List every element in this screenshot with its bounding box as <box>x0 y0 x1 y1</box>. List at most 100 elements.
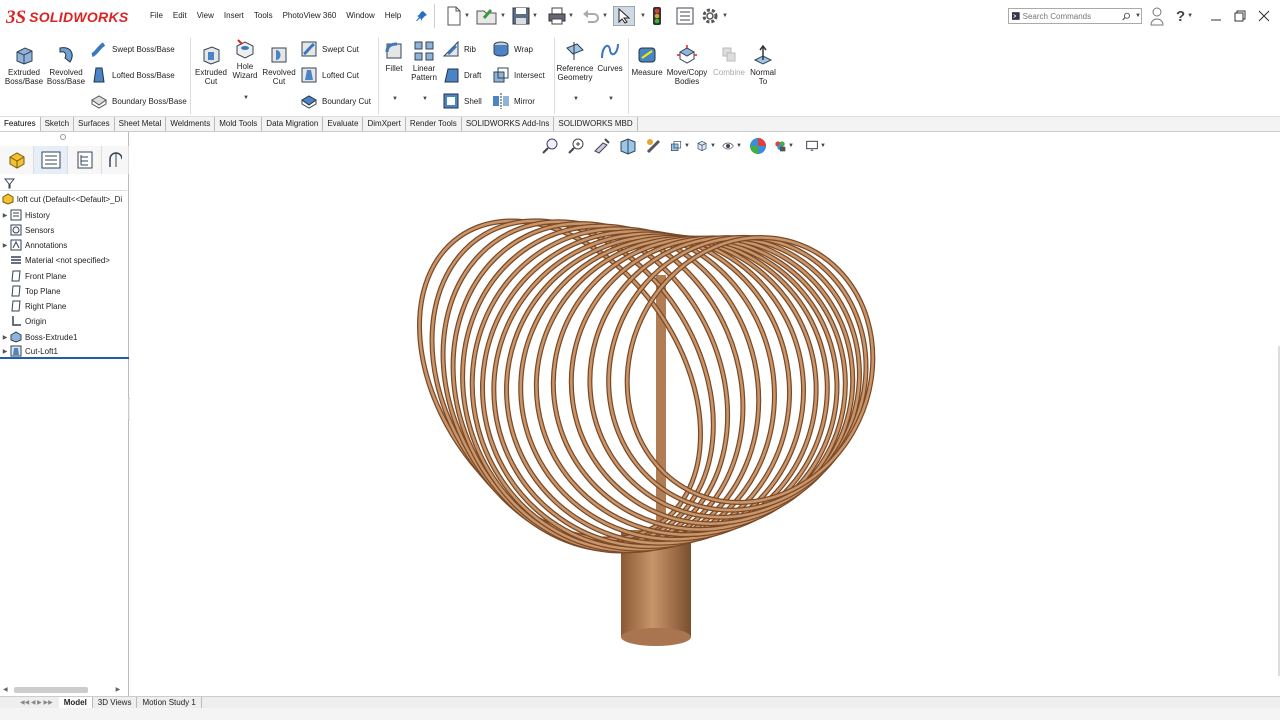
reference-geometry-button[interactable]: Reference Geometry ▼ <box>556 40 594 104</box>
normal-to-button[interactable]: Normal To <box>746 44 780 86</box>
wrap-button[interactable]: Wrap <box>492 40 533 58</box>
new-document-icon[interactable]: ▼ <box>446 6 470 26</box>
menu-file[interactable]: File <box>150 11 163 20</box>
tab-motion-study[interactable]: Motion Study 1 <box>137 697 202 708</box>
scrollbar-thumb[interactable] <box>13 686 88 693</box>
menu-view[interactable]: View <box>197 11 214 20</box>
revolved-cut-button[interactable]: Revolved Cut <box>260 44 298 86</box>
tab-solidworks-mbd[interactable]: SOLIDWORKS MBD <box>554 117 638 131</box>
rebuild-traffic-light-icon[interactable] <box>652 6 662 26</box>
expand-arrow-icon[interactable]: ▶ <box>0 242 10 249</box>
search-commands-box[interactable]: ▼ <box>1008 8 1142 24</box>
undo-icon[interactable]: ▼ <box>582 6 608 26</box>
help-icon[interactable]: ? ▼ <box>1176 6 1193 26</box>
tree-item-history[interactable]: ▶ History <box>0 208 129 222</box>
curves-button[interactable]: Curves ▼ <box>596 40 624 104</box>
pin-icon[interactable] <box>416 6 428 26</box>
apply-scene-icon[interactable]: ▼ <box>774 136 794 156</box>
tab-sheet-metal[interactable]: Sheet Metal <box>115 117 167 131</box>
lofted-boss-button[interactable]: Lofted Boss/Base <box>90 66 175 84</box>
revolved-boss-button[interactable]: Revolved Boss/Base <box>46 44 86 86</box>
file-properties-icon[interactable] <box>676 6 694 26</box>
tree-item-right-plane[interactable]: Right Plane <box>0 299 129 313</box>
feature-manager-tab[interactable] <box>0 146 34 174</box>
graphics-area[interactable] <box>130 132 1280 696</box>
tab-solidworks-addins[interactable]: SOLIDWORKS Add-Ins <box>462 117 555 131</box>
dimxpert-manager-tab[interactable] <box>102 146 129 174</box>
save-icon[interactable]: ▼ <box>512 6 538 26</box>
measure-button[interactable]: Measure <box>630 44 664 77</box>
tab-data-migration[interactable]: Data Migration <box>262 117 324 131</box>
tab-model[interactable]: Model <box>58 697 93 708</box>
shell-button[interactable]: Shell <box>442 92 482 110</box>
tree-root-part[interactable]: loft cut (Default<<Default>_Di <box>0 192 129 206</box>
tree-item-annotations[interactable]: ▶ Annotations <box>0 238 129 252</box>
tab-features[interactable]: Features <box>0 117 41 131</box>
close-icon[interactable] <box>1258 6 1270 26</box>
select-pointer-icon[interactable] <box>613 6 635 26</box>
open-folder-icon[interactable]: ▼ <box>476 6 506 26</box>
filter-icon[interactable] <box>4 178 15 189</box>
swept-cut-button[interactable]: Swept Cut <box>300 40 359 58</box>
tree-item-top-plane[interactable]: Top Plane <box>0 284 129 298</box>
tab-navigation-arrows[interactable]: ◀◀ ◀ ▶ ▶▶ <box>0 699 59 706</box>
move-copy-bodies-button[interactable]: Move/Copy Bodies <box>664 44 710 86</box>
tab-render-tools[interactable]: Render Tools <box>406 117 462 131</box>
fillet-button[interactable]: Fillet ▼ <box>382 40 406 104</box>
tab-evaluate[interactable]: Evaluate <box>323 117 364 131</box>
options-gear-icon[interactable]: ▼ <box>700 6 728 26</box>
boundary-cut-button[interactable]: Boundary Cut <box>300 92 371 110</box>
extruded-cut-button[interactable]: Extruded Cut <box>192 44 230 86</box>
display-style-icon[interactable]: ▼ <box>696 136 716 156</box>
menu-tools[interactable]: Tools <box>254 11 273 20</box>
intersect-button[interactable]: Intersect <box>492 66 545 84</box>
tab-weldments[interactable]: Weldments <box>166 117 216 131</box>
combine-button[interactable]: Combine <box>710 44 748 77</box>
menu-help[interactable]: Help <box>385 11 401 20</box>
user-account-icon[interactable] <box>1150 6 1164 26</box>
horizontal-scrollbar[interactable]: ◀ ▶ <box>0 684 129 695</box>
boundary-boss-button[interactable]: Boundary Boss/Base <box>90 92 187 110</box>
tree-item-material[interactable]: Material <not specified> <box>0 253 129 267</box>
lofted-cut-button[interactable]: Lofted Cut <box>300 66 359 84</box>
tree-item-origin[interactable]: Origin <box>0 314 129 328</box>
view-settings-icon[interactable]: ▼ <box>806 136 826 156</box>
menu-edit[interactable]: Edit <box>173 11 187 20</box>
tree-item-boss-extrude1[interactable]: ▶ Boss-Extrude1 <box>0 330 129 344</box>
tree-item-cut-loft1[interactable]: ▶ Cut-Loft1 <box>0 345 129 359</box>
expand-arrow-icon[interactable]: ▶ <box>0 334 10 341</box>
swept-boss-button[interactable]: Swept Boss/Base <box>90 40 175 58</box>
minimize-icon[interactable] <box>1210 6 1222 26</box>
previous-view-icon[interactable] <box>592 136 612 156</box>
restore-icon[interactable] <box>1234 6 1246 26</box>
tab-3d-views[interactable]: 3D Views <box>93 697 138 708</box>
draft-button[interactable]: Draft <box>442 66 481 84</box>
solidworks-logo[interactable]: 3S SOLIDWORKS <box>6 6 130 28</box>
tab-mold-tools[interactable]: Mold Tools <box>215 117 263 131</box>
section-view-icon[interactable] <box>618 136 638 156</box>
panel-splitter-handle[interactable] <box>60 134 66 140</box>
menu-window[interactable]: Window <box>346 11 374 20</box>
hide-show-items-icon[interactable]: ▼ <box>722 136 742 156</box>
tree-item-sensors[interactable]: Sensors <box>0 223 129 237</box>
edit-appearance-icon[interactable] <box>748 136 768 156</box>
menu-photoview[interactable]: PhotoView 360 <box>283 11 337 20</box>
expand-arrow-icon[interactable]: ▶ <box>0 212 10 219</box>
tab-dimxpert[interactable]: DimXpert <box>363 117 406 131</box>
mirror-button[interactable]: Mirror <box>492 92 535 110</box>
rib-button[interactable]: Rib <box>442 40 476 58</box>
property-manager-tab[interactable] <box>34 146 68 174</box>
zoom-to-fit-icon[interactable] <box>540 136 560 156</box>
tab-sketch[interactable]: Sketch <box>41 117 75 131</box>
tab-surfaces[interactable]: Surfaces <box>74 117 115 131</box>
search-input[interactable] <box>1022 11 1119 21</box>
zoom-to-area-icon[interactable] <box>566 136 586 156</box>
linear-pattern-button[interactable]: Linear Pattern ▼ <box>408 40 440 104</box>
menu-insert[interactable]: Insert <box>224 11 244 20</box>
hole-wizard-button[interactable]: Hole Wizard ▼ <box>230 38 260 103</box>
expand-arrow-icon[interactable]: ▶ <box>0 348 10 355</box>
view-orientation-icon[interactable]: ▼ <box>670 136 690 156</box>
configuration-manager-tab[interactable] <box>68 146 102 174</box>
tree-item-front-plane[interactable]: Front Plane <box>0 269 129 283</box>
dynamic-annotation-icon[interactable] <box>644 136 664 156</box>
